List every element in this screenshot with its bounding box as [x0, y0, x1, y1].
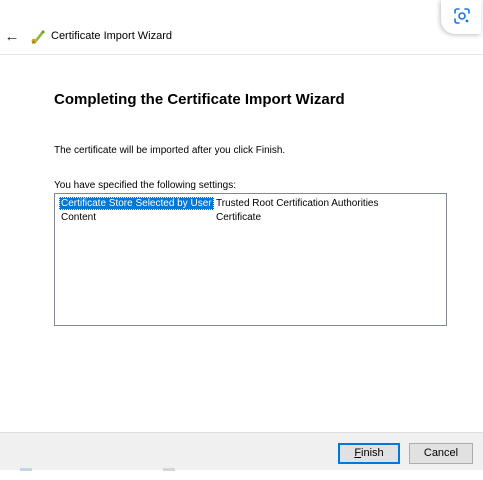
info-text: The certificate will be imported after y… — [54, 145, 286, 156]
title-bar: ← Certificate Import Wizard — [0, 20, 483, 54]
lens-button[interactable] — [441, 0, 481, 34]
certificate-wizard-icon — [29, 28, 47, 46]
footer-bar: Finish Cancel — [0, 432, 483, 471]
window-title: Certificate Import Wizard — [51, 30, 173, 42]
header-divider — [0, 54, 483, 55]
page-title: Completing the Certificate Import Wizard — [54, 91, 345, 108]
settings-row-key[interactable]: Certificate Store Selected by User — [59, 197, 214, 210]
certificate-import-wizard-window: ← Certificate Import Wizard Completing t… — [0, 0, 483, 480]
settings-row-key[interactable]: Content — [59, 211, 98, 224]
taskbar-edge-mark — [163, 468, 175, 471]
finish-button[interactable]: Finish — [338, 443, 400, 464]
settings-row[interactable]: Certificate Store Selected by User Trust… — [59, 197, 444, 210]
settings-list[interactable]: Certificate Store Selected by User Trust… — [54, 193, 447, 326]
settings-row-value: Certificate — [216, 212, 262, 223]
back-arrow-icon[interactable]: ← — [4, 29, 20, 45]
settings-label: You have specified the following setting… — [54, 180, 236, 191]
cancel-button[interactable]: Cancel — [409, 443, 473, 464]
taskbar-edge-mark — [20, 468, 32, 471]
taskbar-edge — [0, 470, 483, 480]
google-lens-icon — [454, 8, 470, 24]
settings-row[interactable]: Content Certificate — [59, 211, 444, 224]
settings-row-value: Trusted Root Certification Authorities — [216, 198, 379, 209]
